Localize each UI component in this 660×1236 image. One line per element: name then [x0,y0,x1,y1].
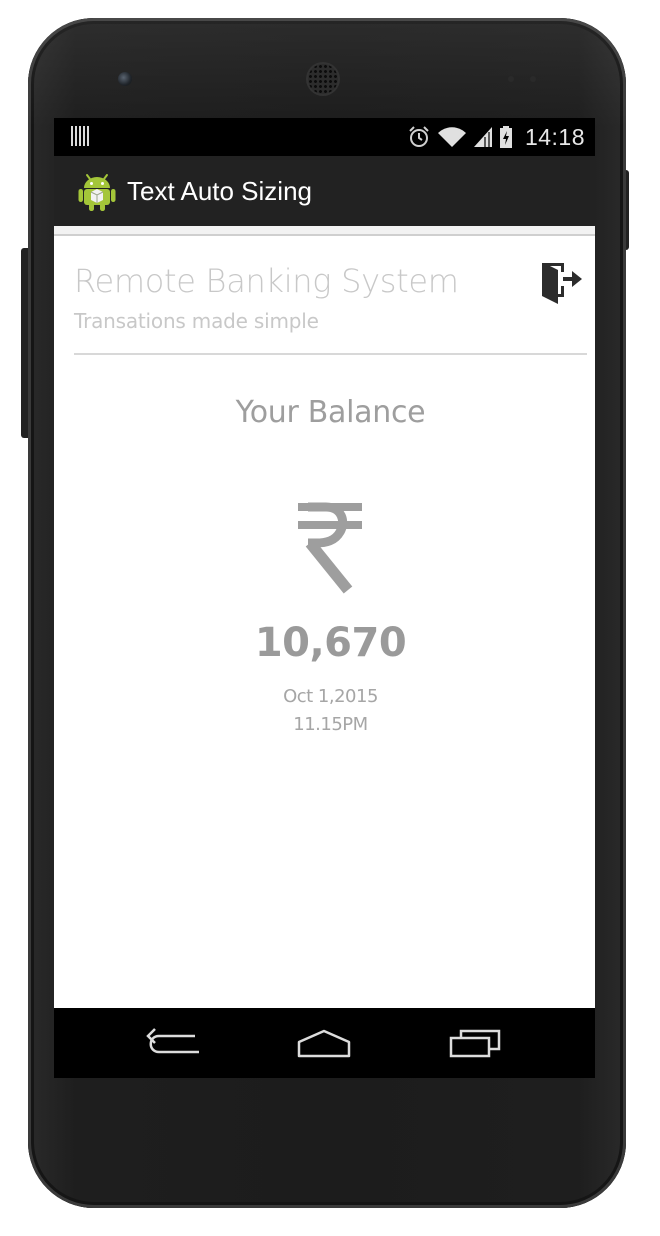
android-icon [78,174,116,211]
notification-barcode-icon [71,126,89,146]
balance-time: 11.15PM [293,714,368,735]
app-title: Text Auto Sizing [127,175,312,206]
page-title: Remote Banking System [74,262,459,300]
alarm-icon [409,126,429,147]
battery-icon [499,126,512,148]
action-bar-divider [54,226,595,236]
signal-icon [473,127,492,147]
earpiece-speaker [308,64,338,94]
proximity-sensor [508,76,514,82]
wifi-icon [437,127,466,147]
rupee-icon [298,502,362,594]
main-content: Remote Banking System Transations made s… [54,238,595,1008]
device-frame: 14:18 Text Auto Sizing Remote Banking Sy… [0,0,660,1236]
navigation-bar [54,1008,595,1078]
status-icons: 14:18 [407,118,585,156]
status-bar: 14:18 [54,118,595,156]
light-sensor [530,76,536,82]
balance-date: Oct 1,2015 [283,686,378,707]
status-clock: 14:18 [524,123,585,150]
screen: 14:18 Text Auto Sizing Remote Banking Sy… [54,118,595,1078]
balance-label: Your Balance [235,395,426,430]
logout-icon[interactable] [538,258,586,306]
balance-amount: 10,670 [254,620,407,666]
header-divider [74,353,587,355]
back-icon[interactable] [139,1023,209,1063]
home-icon[interactable] [289,1023,359,1063]
recent-apps-icon[interactable] [440,1023,510,1063]
front-camera [118,72,132,86]
action-bar: Text Auto Sizing [54,156,595,226]
page-subtitle: Transations made simple [74,309,319,333]
